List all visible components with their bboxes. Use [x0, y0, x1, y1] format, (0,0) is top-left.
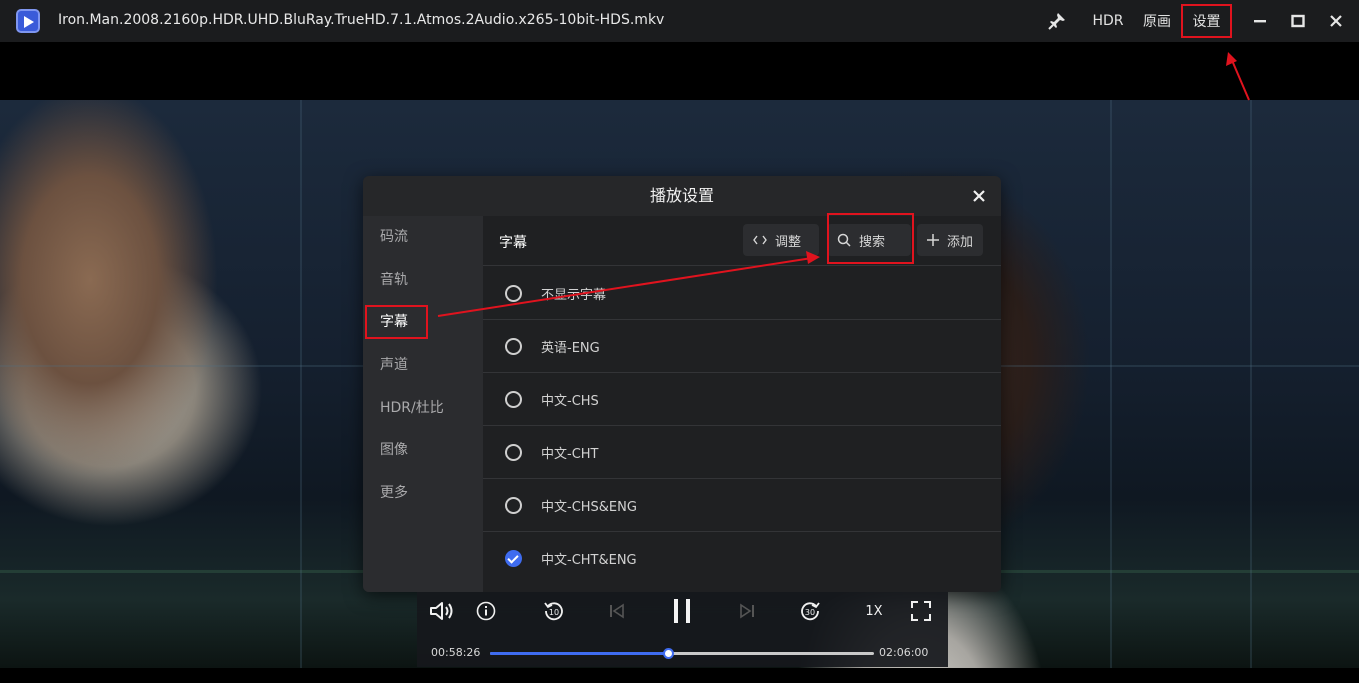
code-brackets-icon [753, 235, 767, 245]
nav-item-audio-track[interactable]: 音轨 [363, 262, 483, 298]
subtitle-option-label: 中文-CHT [541, 446, 599, 462]
subtitle-option-label: 英语-ENG [541, 340, 600, 356]
volume-button[interactable] [429, 598, 457, 624]
app-logo-icon [16, 9, 40, 33]
add-subtitle-button[interactable]: 添加 [917, 224, 983, 256]
radio-unchecked-icon [505, 390, 522, 408]
rewind-10-icon: 10 [544, 602, 563, 621]
rewind-10-button[interactable]: 10 [543, 598, 565, 624]
forward-30-button[interactable]: 30 [799, 598, 821, 624]
fullscreen-icon [911, 601, 931, 621]
subtitle-option-label: 中文-CHT&ENG [541, 553, 637, 568]
background-line [1110, 100, 1112, 668]
next-button[interactable] [737, 598, 757, 624]
svg-text:10: 10 [549, 608, 559, 617]
window-close-button[interactable] [1326, 0, 1346, 42]
previous-button[interactable] [607, 598, 627, 624]
close-icon [973, 190, 985, 202]
subtitle-panel-header: 字幕 调整 搜索 添加 [483, 216, 1001, 266]
progress-knob[interactable] [663, 648, 675, 659]
title-bar: Iron.Man.2008.2160p.HDR.UHD.BluRay.TrueH… [0, 0, 1359, 42]
pause-icon [674, 599, 690, 623]
radio-unchecked-icon [505, 496, 522, 514]
info-icon [476, 601, 496, 621]
subtitle-option[interactable]: 中文-CHT [483, 426, 1001, 479]
subtitle-option[interactable]: 英语-ENG [483, 320, 1001, 373]
speaker-icon [430, 602, 453, 620]
panel-title: 字幕 [499, 235, 527, 251]
settings-button[interactable]: 设置 [1181, 4, 1232, 38]
radio-unchecked-icon [505, 337, 522, 355]
nav-item-more[interactable]: 更多 [363, 475, 483, 511]
subtitle-option-label: 中文-CHS&ENG [541, 499, 637, 515]
plus-icon [927, 234, 939, 246]
subtitle-option[interactable]: 不显示字幕 [483, 267, 1001, 320]
original-quality-button[interactable]: 原画 [1140, 0, 1174, 42]
maximize-button[interactable] [1288, 0, 1308, 42]
subtitle-option-label: 不显示字幕 [541, 287, 607, 303]
subtitle-option-selected[interactable]: 中文-CHT&ENG [483, 532, 1001, 585]
radio-unchecked-icon [505, 284, 522, 302]
background-line [300, 100, 302, 668]
progress-bar[interactable] [490, 648, 874, 659]
svg-text:30: 30 [805, 608, 815, 617]
player-controls: 10 30 1X 00:58:26 02:06:00 [417, 592, 948, 667]
dialog-close-button[interactable] [971, 188, 987, 204]
nav-item-stream[interactable]: 码流 [363, 219, 483, 255]
radio-unchecked-icon [505, 443, 522, 461]
nav-item-image[interactable]: 图像 [363, 432, 483, 468]
info-button[interactable] [475, 598, 497, 624]
current-time: 00:58:26 [431, 646, 481, 659]
close-icon [1330, 15, 1342, 27]
nav-item-channels[interactable]: 声道 [363, 347, 483, 383]
minimize-button[interactable] [1250, 0, 1270, 42]
pause-button[interactable] [669, 596, 695, 626]
forward-30-icon: 30 [801, 602, 820, 621]
total-time: 02:06:00 [879, 646, 929, 659]
pin-button[interactable] [1046, 0, 1068, 42]
subtitle-panel: 字幕 调整 搜索 添加 不显示字幕 英语-ENG 中文-CHS 中文-CHT 中… [483, 216, 1001, 592]
search-button-highlight [827, 213, 914, 264]
adjust-button[interactable]: 调整 [743, 224, 819, 256]
progress-fill [490, 652, 669, 655]
nav-subtitles-highlight [365, 305, 428, 339]
file-title: Iron.Man.2008.2160p.HDR.UHD.BluRay.TrueH… [58, 12, 665, 28]
subtitle-option[interactable]: 中文-CHS [483, 373, 1001, 426]
playback-speed-button[interactable]: 1X [861, 598, 887, 624]
dialog-title: 播放设置 [649, 186, 714, 205]
add-label: 添加 [947, 234, 974, 250]
minimize-icon [1254, 20, 1266, 23]
skip-next-icon [740, 603, 754, 619]
background-line [1250, 100, 1252, 668]
fullscreen-button[interactable] [910, 598, 932, 624]
nav-item-hdr-dolby[interactable]: HDR/杜比 [363, 390, 483, 426]
hdr-button[interactable]: HDR [1090, 0, 1126, 42]
playback-settings-dialog: 播放设置 码流 音轨 字幕 声道 HDR/杜比 图像 更多 字幕 调整 搜索 添… [363, 176, 1001, 592]
subtitle-option-label: 中文-CHS [541, 393, 599, 409]
settings-side-nav: 码流 音轨 字幕 声道 HDR/杜比 图像 更多 [363, 216, 483, 592]
arrow-to-settings [1226, 52, 1250, 101]
skip-previous-icon [610, 603, 624, 619]
maximize-icon [1291, 14, 1305, 28]
adjust-label: 调整 [775, 234, 802, 250]
pin-icon [1048, 13, 1065, 30]
subtitle-option[interactable]: 中文-CHS&ENG [483, 479, 1001, 532]
radio-checked-icon [505, 550, 522, 567]
